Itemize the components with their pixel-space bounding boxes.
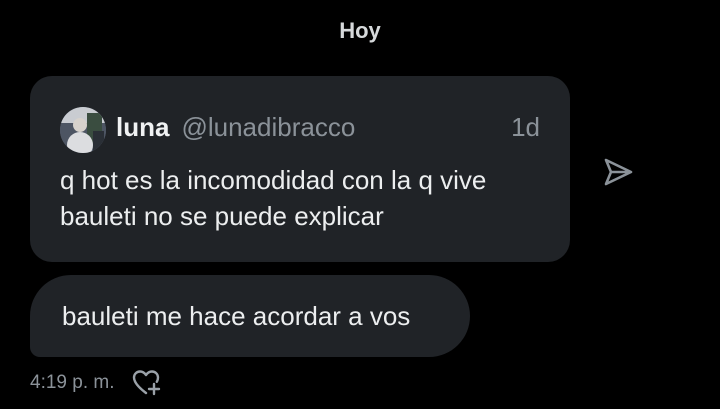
author-name[interactable]: luna [116,112,169,143]
quoted-post-card[interactable]: luna @lunadibracco 1d q hot es la incomo… [30,76,570,262]
post-age: 1d [511,111,540,142]
message-text: bauleti me hace acordar a vos [62,300,411,331]
message-bubble[interactable]: bauleti me hace acordar a vos [30,275,470,357]
day-label: Hoy [339,18,381,43]
author-handle[interactable]: @lunadibracco [181,112,355,143]
post-author-row: luna @lunadibracco 1d [116,110,540,144]
message-meta: 4:19 p. m. [30,368,163,398]
heart-plus-icon [132,370,160,396]
share-post-button[interactable] [598,152,638,192]
post-text: q hot es la incomodidad con la q vive ba… [60,165,487,231]
message-timestamp: 4:19 p. m. [30,372,115,393]
send-arrow-icon [604,158,633,186]
avatar[interactable] [60,107,106,153]
add-reaction-button[interactable] [131,368,163,398]
